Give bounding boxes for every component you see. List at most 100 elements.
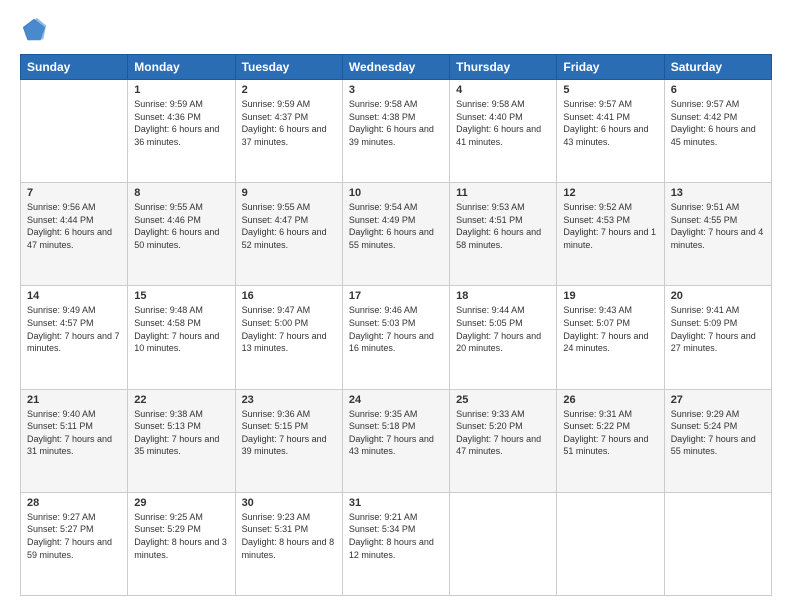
column-header-friday: Friday (557, 55, 664, 80)
day-cell: 27 Sunrise: 9:29 AMSunset: 5:24 PMDayligh… (664, 389, 771, 492)
calendar-table: SundayMondayTuesdayWednesdayThursdayFrid… (20, 54, 772, 596)
header (20, 16, 772, 44)
day-cell: 12Sunrise: 9:52 AMSunset: 4:53 PMDayligh… (557, 183, 664, 286)
day-info: Sunrise: 9:56 AMSunset: 4:44 PMDaylight:… (27, 201, 121, 251)
day-info: Sunrise: 9:49 AMSunset: 4:57 PMDaylight:… (27, 304, 121, 354)
day-info: Sunrise: 9:40 AMSunset: 5:11 PMDaylight:… (27, 408, 121, 458)
day-number: 27 (671, 394, 765, 406)
day-number: 18 (456, 290, 550, 302)
day-info: Sunrise: 9:21 AMSunset: 5:34 PMDaylight:… (349, 511, 443, 561)
logo (20, 16, 52, 44)
day-cell: 16 Sunrise: 9:47 AMSunset: 5:00 PMDayligh… (235, 286, 342, 389)
day-cell: 11 Sunrise: 9:53 AMSunset: 4:51 PMDayligh… (450, 183, 557, 286)
day-number: 3 (349, 84, 443, 96)
column-header-tuesday: Tuesday (235, 55, 342, 80)
day-info: Sunrise: 9:43 AMSunset: 5:07 PMDaylight:… (563, 304, 657, 354)
day-cell: 18 Sunrise: 9:44 AMSunset: 5:05 PMDayligh… (450, 286, 557, 389)
day-number: 31 (349, 497, 443, 509)
day-info: Sunrise: 9:35 AMSunset: 5:18 PMDaylight:… (349, 408, 443, 458)
day-cell (450, 492, 557, 595)
day-number: 8 (134, 187, 228, 199)
day-cell: 8 Sunrise: 9:55 AMSunset: 4:46 PMDaylight… (128, 183, 235, 286)
column-header-sunday: Sunday (21, 55, 128, 80)
day-info: Sunrise: 9:47 AMSunset: 5:00 PMDaylight:… (242, 304, 336, 354)
day-cell: 10Sunrise: 9:54 AMSunset: 4:49 PMDayligh… (342, 183, 449, 286)
day-info: Sunrise: 9:38 AMSunset: 5:13 PMDaylight:… (134, 408, 228, 458)
day-info: Sunrise: 9:44 AMSunset: 5:05 PMDaylight:… (456, 304, 550, 354)
day-cell: 19 Sunrise: 9:43 AMSunset: 5:07 PMDayligh… (557, 286, 664, 389)
day-info: Sunrise: 9:29 AMSunset: 5:24 PMDaylight:… (671, 408, 765, 458)
day-info: Sunrise: 9:53 AMSunset: 4:51 PMDaylight:… (456, 201, 550, 251)
day-cell: 31 Sunrise: 9:21 AMSunset: 5:34 PMDayligh… (342, 492, 449, 595)
day-number: 4 (456, 84, 550, 96)
day-cell: 29 Sunrise: 9:25 AMSunset: 5:29 PMDayligh… (128, 492, 235, 595)
day-cell: 26Sunrise: 9:31 AMSunset: 5:22 PMDayligh… (557, 389, 664, 492)
day-cell: 6 Sunrise: 9:57 AMSunset: 4:42 PMDaylight… (664, 80, 771, 183)
day-info: Sunrise: 9:54 AMSunset: 4:49 PMDaylight:… (349, 201, 443, 251)
day-number: 23 (242, 394, 336, 406)
day-number: 13 (671, 187, 765, 199)
day-cell: 14 Sunrise: 9:49 AMSunset: 4:57 PMDayligh… (21, 286, 128, 389)
day-number: 2 (242, 84, 336, 96)
day-cell: 21 Sunrise: 9:40 AMSunset: 5:11 PMDayligh… (21, 389, 128, 492)
day-number: 14 (27, 290, 121, 302)
day-info: Sunrise: 9:55 AMSunset: 4:46 PMDaylight:… (134, 201, 228, 251)
day-info: Sunrise: 9:23 AMSunset: 5:31 PMDaylight:… (242, 511, 336, 561)
day-info: Sunrise: 9:52 AMSunset: 4:53 PMDaylight:… (563, 201, 657, 251)
day-cell: 7 Sunrise: 9:56 AMSunset: 4:44 PMDaylight… (21, 183, 128, 286)
calendar-page: SundayMondayTuesdayWednesdayThursdayFrid… (0, 0, 792, 612)
day-info: Sunrise: 9:59 AMSunset: 4:36 PMDaylight:… (134, 98, 228, 148)
day-info: Sunrise: 9:57 AMSunset: 4:41 PMDaylight:… (563, 98, 657, 148)
day-number: 17 (349, 290, 443, 302)
day-cell: 4 Sunrise: 9:58 AMSunset: 4:40 PMDaylight… (450, 80, 557, 183)
day-number: 25 (456, 394, 550, 406)
day-cell: 30 Sunrise: 9:23 AMSunset: 5:31 PMDayligh… (235, 492, 342, 595)
day-info: Sunrise: 9:51 AMSunset: 4:55 PMDaylight:… (671, 201, 765, 251)
day-number: 24 (349, 394, 443, 406)
day-number: 6 (671, 84, 765, 96)
day-cell: 5Sunrise: 9:57 AMSunset: 4:41 PMDaylight… (557, 80, 664, 183)
day-number: 9 (242, 187, 336, 199)
day-number: 28 (27, 497, 121, 509)
day-cell: 17 Sunrise: 9:46 AMSunset: 5:03 PMDayligh… (342, 286, 449, 389)
day-info: Sunrise: 9:33 AMSunset: 5:20 PMDaylight:… (456, 408, 550, 458)
day-cell (557, 492, 664, 595)
week-row-1: 1Sunrise: 9:59 AMSunset: 4:36 PMDaylight… (21, 80, 772, 183)
week-row-2: 7 Sunrise: 9:56 AMSunset: 4:44 PMDaylight… (21, 183, 772, 286)
day-cell (21, 80, 128, 183)
day-number: 19 (563, 290, 657, 302)
day-info: Sunrise: 9:57 AMSunset: 4:42 PMDaylight:… (671, 98, 765, 148)
logo-icon (20, 16, 48, 44)
day-info: Sunrise: 9:48 AMSunset: 4:58 PMDaylight:… (134, 304, 228, 354)
day-number: 16 (242, 290, 336, 302)
day-info: Sunrise: 9:27 AMSunset: 5:27 PMDaylight:… (27, 511, 121, 561)
day-number: 11 (456, 187, 550, 199)
week-row-3: 14 Sunrise: 9:49 AMSunset: 4:57 PMDayligh… (21, 286, 772, 389)
day-number: 29 (134, 497, 228, 509)
day-info: Sunrise: 9:36 AMSunset: 5:15 PMDaylight:… (242, 408, 336, 458)
day-number: 7 (27, 187, 121, 199)
column-header-monday: Monday (128, 55, 235, 80)
day-cell: 20Sunrise: 9:41 AMSunset: 5:09 PMDayligh… (664, 286, 771, 389)
day-cell: 3 Sunrise: 9:58 AMSunset: 4:38 PMDaylight… (342, 80, 449, 183)
column-header-thursday: Thursday (450, 55, 557, 80)
day-info: Sunrise: 9:25 AMSunset: 5:29 PMDaylight:… (134, 511, 228, 561)
day-number: 15 (134, 290, 228, 302)
day-cell (664, 492, 771, 595)
day-cell: 22Sunrise: 9:38 AMSunset: 5:13 PMDayligh… (128, 389, 235, 492)
day-number: 30 (242, 497, 336, 509)
day-number: 21 (27, 394, 121, 406)
header-row: SundayMondayTuesdayWednesdayThursdayFrid… (21, 55, 772, 80)
day-cell: 1Sunrise: 9:59 AMSunset: 4:36 PMDaylight… (128, 80, 235, 183)
day-number: 26 (563, 394, 657, 406)
day-cell: 23 Sunrise: 9:36 AMSunset: 5:15 PMDayligh… (235, 389, 342, 492)
day-cell: 2Sunrise: 9:59 AMSunset: 4:37 PMDaylight… (235, 80, 342, 183)
day-info: Sunrise: 9:58 AMSunset: 4:40 PMDaylight:… (456, 98, 550, 148)
day-info: Sunrise: 9:46 AMSunset: 5:03 PMDaylight:… (349, 304, 443, 354)
day-cell: 9Sunrise: 9:55 AMSunset: 4:47 PMDaylight… (235, 183, 342, 286)
day-cell: 15 Sunrise: 9:48 AMSunset: 4:58 PMDayligh… (128, 286, 235, 389)
day-info: Sunrise: 9:41 AMSunset: 5:09 PMDaylight:… (671, 304, 765, 354)
day-info: Sunrise: 9:58 AMSunset: 4:38 PMDaylight:… (349, 98, 443, 148)
day-cell: 13 Sunrise: 9:51 AMSunset: 4:55 PMDayligh… (664, 183, 771, 286)
column-header-wednesday: Wednesday (342, 55, 449, 80)
